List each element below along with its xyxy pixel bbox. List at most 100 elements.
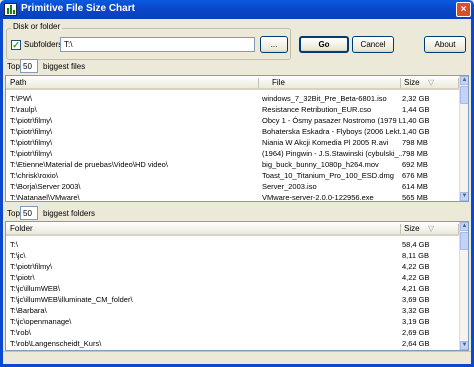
file-row[interactable]: T:\Etienne\Material de pruebas\Video\HD … (6, 159, 461, 170)
folder-row[interactable]: T:\jc\illumWEB\illuminate_CM_folder\ 3,69… (6, 294, 461, 305)
col-path-header[interactable]: Path (10, 78, 26, 87)
files-header: Path File Size ▽ (6, 76, 461, 90)
path-input[interactable]: T:\ (60, 37, 255, 52)
folder-row[interactable]: T:\rob\Langenscheidt_Kurs\ 2,64 GB (6, 338, 461, 349)
file-path-cell: T:\piotr\filmy\ (10, 127, 53, 136)
file-size-cell: 798 MB (402, 149, 428, 158)
sort-indicator-icon: ▽ (428, 78, 435, 87)
file-name-cell: Niania W Akcji Komedia Pl 2005 R.avi (262, 138, 389, 147)
cancel-button[interactable]: Cancel (352, 36, 394, 53)
files-scrollbar[interactable]: ▲ ▼ (459, 76, 468, 201)
folder-sort-indicator-icon: ▽ (428, 224, 435, 233)
file-size-cell: 692 MB (402, 160, 428, 169)
folder-path-cell: T:\piotr\ (10, 273, 35, 282)
file-path-cell: T:\piotr\filmy\ (10, 138, 53, 147)
file-name-cell: (1964) Pingwin - J.S.Stawinski (cybulski… (262, 149, 402, 158)
app-icon (4, 3, 17, 16)
file-path-cell: T:\Etienne\Material de pruebas\Video\HD … (10, 160, 168, 169)
file-name-cell: windows_7_32Bit_Pre_Beta-6801.iso (262, 94, 387, 103)
status-bar (3, 351, 471, 363)
folder-row[interactable]: T:\jc\openmanage\ 3,19 GB (6, 316, 461, 327)
file-row[interactable]: T:\piotr\filmy\ Bohaterska Eskadra - Flyb… (6, 126, 461, 137)
folder-row[interactable]: T:\Barbara\ 3,32 GB (6, 305, 461, 316)
col-size-header[interactable]: Size (404, 78, 420, 87)
file-row[interactable]: T:\piotr\filmy\ Niania W Akcji Komedia Pl… (6, 137, 461, 148)
folders-scroll-down-icon[interactable]: ▼ (460, 341, 468, 350)
subfolders-label: Subfolders (24, 40, 63, 49)
disk-folder-label: Disk or folder (11, 22, 63, 31)
folder-path-cell: T:\piotr\filmy\ (10, 262, 53, 271)
file-size-cell: 1,44 GB (402, 105, 430, 114)
file-row[interactable]: T:\piotr\filmy\ (1964) Pingwin - J.S.Staw… (6, 148, 461, 159)
scroll-down-icon[interactable]: ▼ (460, 192, 468, 201)
file-name-cell: Bohaterska Eskadra - Flyboys (2006 Lekt.… (262, 127, 402, 136)
folder-size-cell: 4,22 GB (402, 262, 430, 271)
browse-button[interactable]: ... (260, 36, 288, 53)
folder-size-cell: 3,32 GB (402, 306, 430, 315)
file-name-cell: big_buck_bunny_1080p_h264.mov (262, 160, 379, 169)
folders-scrollbar[interactable]: ▲ ▼ (459, 222, 468, 350)
file-size-cell: 2,32 GB (402, 94, 430, 103)
file-size-cell: 614 MB (402, 182, 428, 191)
folder-size-cell: 4,21 GB (402, 284, 430, 293)
scroll-up-icon[interactable]: ▲ (460, 76, 468, 85)
file-path-cell: T:\chrisk\roxio\ (10, 171, 58, 180)
folder-size-cell: 58,4 GB (402, 240, 430, 249)
file-path-cell: T:\PW\ (10, 94, 33, 103)
folders-top-count[interactable]: 50 (20, 206, 38, 220)
file-size-cell: 565 MB (402, 193, 428, 202)
folder-path-cell: T:\jc\openmanage\ (10, 317, 72, 326)
file-path-cell: T:\raulp\ (10, 105, 37, 114)
folders-scroll-thumb[interactable] (460, 232, 468, 250)
folder-size-cell: 3,19 GB (402, 317, 430, 326)
close-button[interactable]: × (456, 2, 471, 17)
go-button[interactable]: Go (299, 36, 349, 53)
col-file-header[interactable]: File (272, 78, 285, 87)
folder-row[interactable]: T:\rob\ 2,69 GB (6, 327, 461, 338)
file-row[interactable]: T:\PW\ windows_7_32Bit_Pre_Beta-6801.iso 2… (6, 93, 461, 104)
folder-row[interactable]: T:\jc\ 8,11 GB (6, 250, 461, 261)
folder-path-cell: T:\rob\ (10, 328, 31, 337)
folders-scroll-up-icon[interactable]: ▲ (460, 222, 468, 231)
subfolders-checkbox[interactable]: ✓ (11, 40, 21, 50)
files-suffix-label: biggest files (43, 62, 86, 71)
folder-size-cell: 8,11 GB (402, 251, 429, 260)
file-row[interactable]: T:\Borja\Server 2003\ Server_2003.iso 614 … (6, 181, 461, 192)
folder-path-cell: T:\ (10, 240, 18, 249)
file-size-cell: 676 MB (402, 171, 428, 180)
folder-row[interactable]: T:\jc\illumWEB\ 4,21 GB (6, 283, 461, 294)
file-name-cell: VMware-server-2.0.0-122956.exe (262, 193, 374, 202)
file-name-cell: Toast_10_Titanium_Pro_100_ESD.dmg (262, 171, 394, 180)
file-row[interactable]: T:\raulp\ Resistance Retribution_EUR.cso 1… (6, 104, 461, 115)
file-size-cell: 1,40 GB (402, 116, 430, 125)
folder-size-cell: 4,22 GB (402, 273, 430, 282)
files-list[interactable]: Path File Size ▽ T:\PW\ windows_7_32Bit_P… (5, 75, 469, 202)
file-name-cell: Resistance Retribution_EUR.cso (262, 105, 372, 114)
file-row[interactable]: T:\piotr\filmy\ Obcy 1 - Ósmy pasazer Nos… (6, 115, 461, 126)
folder-row[interactable]: T:\piotr\ 4,22 GB (6, 272, 461, 283)
file-path-cell: T:\piotr\filmy\ (10, 116, 53, 125)
folder-path-cell: T:\jc\ (10, 251, 26, 260)
col-folder-header[interactable]: Folder (10, 224, 33, 233)
files-top-count[interactable]: 50 (20, 59, 38, 73)
files-top-label: Top (7, 62, 20, 71)
folders-suffix-label: biggest folders (43, 209, 96, 218)
about-button[interactable]: About (424, 36, 466, 53)
files-scroll-thumb[interactable] (460, 86, 468, 104)
folder-path-cell: T:\Barbara\ (10, 306, 47, 315)
file-path-cell: T:\piotr\filmy\ (10, 149, 53, 158)
file-name-cell: Server_2003.iso (262, 182, 317, 191)
title-bar: Primitive File Size Chart × (0, 0, 474, 19)
folder-row[interactable]: T:\piotr\filmy\ 4,22 GB (6, 261, 461, 272)
folder-size-cell: 3,69 GB (402, 295, 430, 304)
folders-header: Folder Size ▽ (6, 222, 461, 236)
folders-top-label: Top (7, 209, 20, 218)
file-name-cell: Obcy 1 - Ósmy pasazer Nostromo (1979 Lek… (262, 116, 402, 125)
file-size-cell: 798 MB (402, 138, 428, 147)
col-folder-size-header[interactable]: Size (404, 224, 420, 233)
folder-row[interactable]: T:\ 58,4 GB (6, 239, 461, 250)
file-row[interactable]: T:\chrisk\roxio\ Toast_10_Titanium_Pro_10… (6, 170, 461, 181)
file-row[interactable]: T:\Natanael\VMware\ VMware-server-2.0.0-1… (6, 192, 461, 202)
folder-path-cell: T:\jc\illumWEB\illuminate_CM_folder\ (10, 295, 133, 304)
folders-list[interactable]: Folder Size ▽ T:\ 58,4 GB T:\jc\ 8,11 GB T:\… (5, 221, 469, 351)
